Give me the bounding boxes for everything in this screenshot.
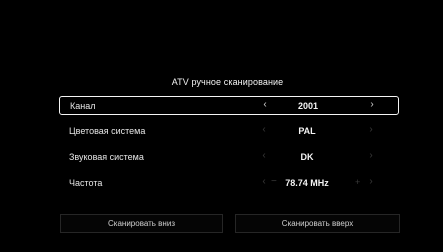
color-system-row[interactable]: Цветовая система ‹ PAL › [59, 122, 399, 141]
dialog-title: ATV ручное сканирование [171, 77, 284, 87]
color-system-label: Цветовая система [69, 126, 146, 136]
scan-down-button[interactable]: Сканировать вниз [60, 214, 223, 233]
frequency-row[interactable]: Частота ‹ − 78.74 MHz + › [59, 174, 399, 193]
frequency-next-arrow-icon[interactable]: › [366, 176, 376, 188]
atv-manual-scan-dialog: ATV ручное сканирование Канал ‹ 2001 › Ц… [51, 69, 404, 233]
sound-system-label: Звуковая система [69, 152, 144, 162]
frequency-value: 78.74 MHz [285, 178, 329, 188]
frequency-label: Частота [69, 178, 103, 188]
sound-system-next-arrow-icon[interactable]: › [366, 150, 376, 162]
plus-icon[interactable]: + [355, 176, 360, 188]
channel-next-arrow-icon[interactable]: › [367, 99, 377, 111]
sound-system-row[interactable]: Звуковая система ‹ DK › [59, 148, 399, 167]
color-system-value: PAL [298, 126, 316, 136]
channel-label: Канал [70, 101, 96, 111]
color-system-next-arrow-icon[interactable]: › [366, 124, 376, 136]
channel-row[interactable]: Канал ‹ 2001 › [59, 96, 399, 115]
color-system-prev-arrow-icon[interactable]: ‹ [259, 124, 269, 136]
sound-system-value: DK [300, 152, 314, 162]
sound-system-prev-arrow-icon[interactable]: ‹ [259, 150, 269, 162]
frequency-prev-arrow-icon[interactable]: ‹ [259, 176, 269, 188]
channel-prev-arrow-icon[interactable]: ‹ [260, 99, 270, 111]
channel-value: 2001 [297, 101, 319, 111]
scan-up-button[interactable]: Сканировать вверх [235, 214, 400, 233]
